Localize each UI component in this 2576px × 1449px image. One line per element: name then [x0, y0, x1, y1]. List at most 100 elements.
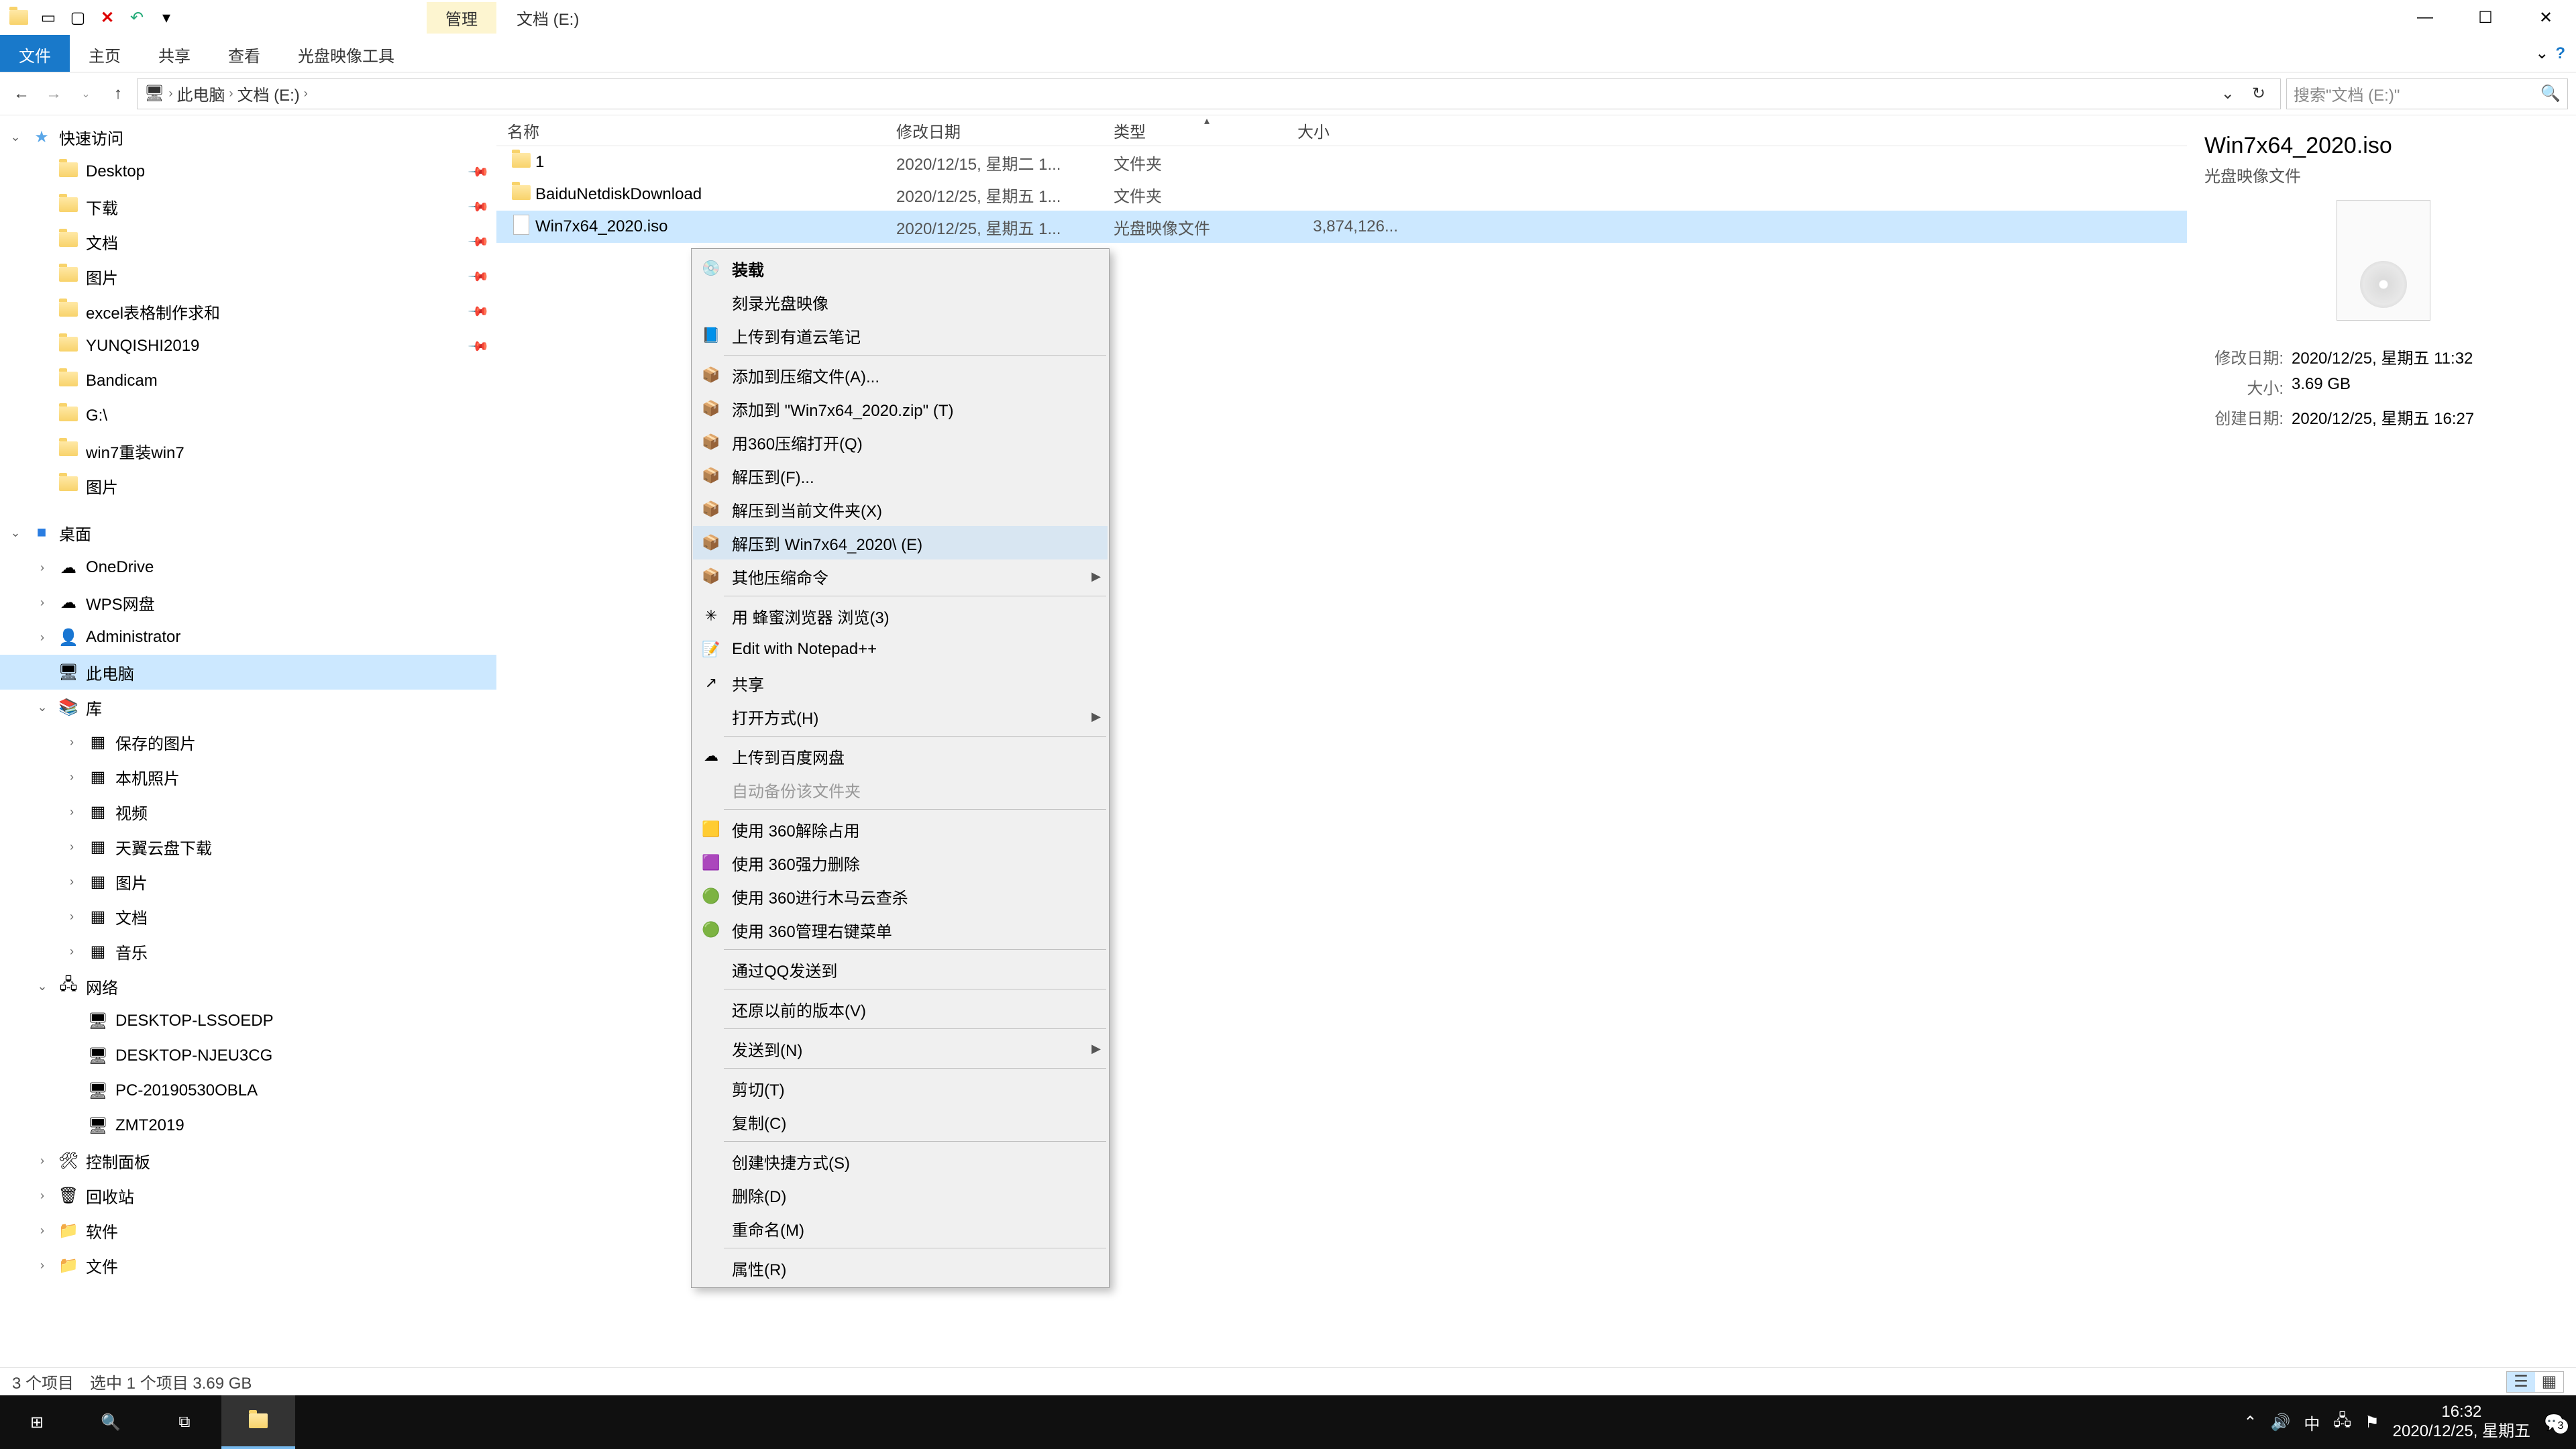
- file-row[interactable]: BaiduNetdiskDownload2020/12/25, 星期五 1...…: [496, 178, 2187, 211]
- context-menu-item[interactable]: 📦添加到压缩文件(A)...: [693, 358, 1108, 392]
- context-menu-item[interactable]: 🟪使用 360强力删除: [693, 846, 1108, 879]
- tree-network-item[interactable]: 🖥DESKTOP-NJEU3CG: [0, 1038, 496, 1073]
- context-menu-item[interactable]: ✳用 蜂蜜浏览器 浏览(3): [693, 599, 1108, 633]
- context-menu-item[interactable]: ☁上传到百度网盘: [693, 739, 1108, 773]
- nav-up-button[interactable]: ↑: [105, 80, 131, 107]
- tree-library-item[interactable]: ›▦文档: [0, 899, 496, 934]
- volume-icon[interactable]: 🔊: [2270, 1413, 2290, 1432]
- context-menu-item[interactable]: 🟢使用 360进行木马云查杀: [693, 879, 1108, 913]
- qat-new[interactable]: ▢: [64, 4, 91, 31]
- tree-quick-access[interactable]: ⌄★快速访问: [0, 119, 496, 154]
- tree-network-item[interactable]: 🖥PC-20190530OBLA: [0, 1073, 496, 1108]
- context-menu-item[interactable]: 通过QQ发送到: [693, 953, 1108, 986]
- tree-quick-item[interactable]: Desktop📌: [0, 154, 496, 189]
- network-icon[interactable]: 🖧: [2333, 1409, 2351, 1436]
- tree-quick-item[interactable]: 下载📌: [0, 189, 496, 224]
- context-menu-item[interactable]: ↗共享: [693, 666, 1108, 700]
- ribbon-expand-icon[interactable]: ⌄: [2535, 44, 2548, 63]
- taskbar-explorer-button[interactable]: [221, 1395, 295, 1449]
- tree-library-item[interactable]: ›▦天翼云盘下载: [0, 829, 496, 864]
- tree-network[interactable]: ⌄🖧网络: [0, 969, 496, 1004]
- tree-quick-item[interactable]: win7重装win7: [0, 433, 496, 468]
- tree-quick-item[interactable]: YUNQISHI2019📌: [0, 329, 496, 364]
- breadcrumb-segment[interactable]: 文档 (E:): [237, 82, 299, 105]
- ribbon-tab-view[interactable]: 查看: [209, 35, 279, 72]
- task-view-button[interactable]: ⧉: [148, 1395, 221, 1449]
- maximize-button[interactable]: ☐: [2455, 0, 2516, 35]
- tree-misc-item[interactable]: ›🛠控制面板: [0, 1143, 496, 1178]
- context-menu-item[interactable]: 属性(R): [693, 1251, 1108, 1285]
- ribbon-tab-share[interactable]: 共享: [140, 35, 209, 72]
- tree-quick-item[interactable]: Bandicam: [0, 364, 496, 398]
- chevron-right-icon[interactable]: ›: [168, 87, 172, 101]
- tree-network-item[interactable]: 🖥ZMT2019: [0, 1108, 496, 1143]
- column-header-name[interactable]: 名称: [507, 119, 896, 142]
- context-menu-item[interactable]: 🟨使用 360解除占用: [693, 812, 1108, 846]
- tree-library-item[interactable]: ›▦保存的图片: [0, 724, 496, 759]
- context-menu-item[interactable]: 还原以前的版本(V): [693, 992, 1108, 1026]
- context-menu-item[interactable]: 📦用360压缩打开(Q): [693, 425, 1108, 459]
- tree-quick-item[interactable]: G:\: [0, 398, 496, 433]
- context-menu-item[interactable]: 📘上传到有道云笔记: [693, 319, 1108, 352]
- nav-back-button[interactable]: ←: [8, 80, 35, 107]
- context-menu-item[interactable]: 删除(D): [693, 1178, 1108, 1212]
- chevron-right-icon[interactable]: ›: [304, 87, 308, 101]
- file-row[interactable]: 12020/12/15, 星期二 1...文件夹: [496, 146, 2187, 178]
- ribbon-tab-disc-tools[interactable]: 光盘映像工具: [279, 35, 413, 72]
- tree-desktop-item[interactable]: ⌄📚库: [0, 690, 496, 724]
- qat-delete[interactable]: ✕: [94, 4, 121, 31]
- tree-desktop-item[interactable]: ›☁OneDrive: [0, 550, 496, 585]
- action-center-icon[interactable]: 💬3: [2544, 1413, 2564, 1432]
- context-menu-item[interactable]: 打开方式(H)▶: [693, 700, 1108, 733]
- taskbar-search-button[interactable]: 🔍: [74, 1395, 148, 1449]
- taskbar-clock[interactable]: 16:32 2020/12/25, 星期五: [2393, 1403, 2530, 1442]
- breadcrumb-segment[interactable]: 此电脑: [176, 82, 225, 105]
- tree-desktop-item[interactable]: 🖥此电脑: [0, 655, 496, 690]
- context-menu-item[interactable]: 📝Edit with Notepad++: [693, 633, 1108, 666]
- nav-history-dropdown[interactable]: ⌄: [72, 80, 99, 107]
- tree-misc-item[interactable]: ›📁软件: [0, 1213, 496, 1248]
- context-menu-item[interactable]: 重命名(M): [693, 1212, 1108, 1245]
- tree-desktop-item[interactable]: ›☁WPS网盘: [0, 585, 496, 620]
- context-menu-item[interactable]: 📦添加到 "Win7x64_2020.zip" (T): [693, 392, 1108, 425]
- address-dropdown-icon[interactable]: ⌄: [2216, 84, 2240, 103]
- tree-quick-item[interactable]: 文档📌: [0, 224, 496, 259]
- context-menu-item[interactable]: 复制(C): [693, 1105, 1108, 1138]
- context-menu-item[interactable]: 📦其他压缩命令▶: [693, 559, 1108, 593]
- column-header-date[interactable]: 修改日期: [896, 119, 1114, 142]
- context-menu-item[interactable]: 发送到(N)▶: [693, 1032, 1108, 1065]
- context-menu-item[interactable]: 刻录光盘映像: [693, 285, 1108, 319]
- tree-desktop-item[interactable]: ›👤Administrator: [0, 620, 496, 655]
- ribbon-file-tab[interactable]: 文件: [0, 35, 70, 72]
- tray-overflow-icon[interactable]: ⌃: [2243, 1413, 2257, 1432]
- context-menu-item[interactable]: 创建快捷方式(S): [693, 1144, 1108, 1178]
- ime-indicator[interactable]: 中: [2304, 1411, 2320, 1434]
- help-icon[interactable]: ?: [2555, 44, 2565, 63]
- start-button[interactable]: ⊞: [0, 1395, 74, 1449]
- context-menu-item[interactable]: 🟢使用 360管理右键菜单: [693, 913, 1108, 947]
- tree-network-item[interactable]: 🖥DESKTOP-LSSOEDP: [0, 1004, 496, 1038]
- tree-desktop[interactable]: ⌄■桌面: [0, 515, 496, 550]
- qat-properties[interactable]: ▭: [35, 4, 62, 31]
- icons-view-button[interactable]: ▦: [2535, 1372, 2563, 1392]
- tree-quick-item[interactable]: 图片📌: [0, 259, 496, 294]
- tree-misc-item[interactable]: ›🗑回收站: [0, 1178, 496, 1213]
- context-menu-item[interactable]: 剪切(T): [693, 1071, 1108, 1105]
- close-button[interactable]: ✕: [2516, 0, 2576, 35]
- tree-quick-item[interactable]: 图片: [0, 468, 496, 503]
- tree-quick-item[interactable]: excel表格制作求和📌: [0, 294, 496, 329]
- context-menu-item[interactable]: 📦解压到 Win7x64_2020\ (E): [693, 526, 1108, 559]
- tree-misc-item[interactable]: ›📁文件: [0, 1248, 496, 1283]
- tree-library-item[interactable]: ›▦视频: [0, 794, 496, 829]
- search-input[interactable]: 搜索"文档 (E:)" 🔍: [2286, 78, 2568, 109]
- tree-library-item[interactable]: ›▦本机照片: [0, 759, 496, 794]
- context-menu-item[interactable]: 📦解压到当前文件夹(X): [693, 492, 1108, 526]
- search-icon[interactable]: 🔍: [2540, 84, 2561, 103]
- context-menu-item[interactable]: 📦解压到(F)...: [693, 459, 1108, 492]
- refresh-icon[interactable]: ↻: [2244, 84, 2273, 103]
- breadcrumb[interactable]: 🖥 › 此电脑 › 文档 (E:) › ⌄ ↻: [137, 78, 2281, 109]
- tree-library-item[interactable]: ›▦图片: [0, 864, 496, 899]
- minimize-button[interactable]: —: [2395, 0, 2455, 35]
- context-menu-item[interactable]: 💿装载: [693, 252, 1108, 285]
- file-row[interactable]: Win7x64_2020.iso2020/12/25, 星期五 1...光盘映像…: [496, 211, 2187, 243]
